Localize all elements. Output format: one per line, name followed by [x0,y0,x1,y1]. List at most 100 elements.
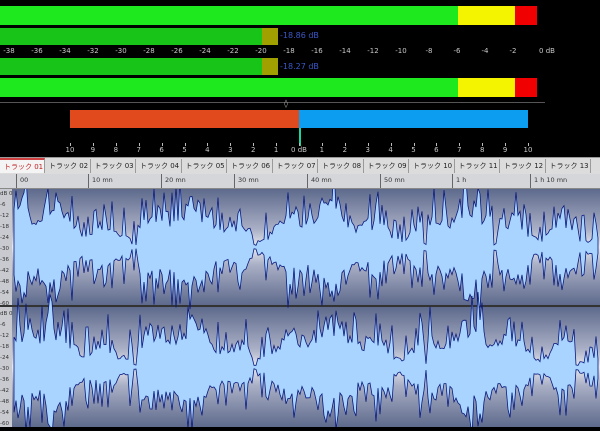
db-scale-label: -32 [87,47,99,55]
tab-track-06[interactable]: トラック 06 [227,159,273,173]
tab-track-02[interactable]: トラック 02 [45,159,91,173]
db-scale-label: -22 [227,47,239,55]
db-scale-label: -20 [255,47,267,55]
balance-scale-label: 8 [479,146,485,154]
db-scale-label: -6 [453,47,461,55]
db-axis-label: -60 [0,301,9,307]
db-scale-label: 0 dB [539,47,555,55]
db-axis-label: -54 [0,410,9,416]
ruler-label: 40 mn [311,176,332,184]
level-bar-bottom-green [0,78,458,97]
tab-track-13[interactable]: トラック 13 [546,159,591,173]
db-scale-label: -8 [425,47,433,55]
balance-scale-label: 1 [273,146,279,154]
balance-scale-label: 7 [136,146,141,154]
tab-track-08[interactable]: トラック 08 [318,159,364,173]
level-bar-top-green [0,6,458,25]
left-channel-hold [262,28,278,45]
db-scale-label: -38 [3,47,15,55]
ruler-label: 1 h [456,176,467,184]
db-scale-label: -14 [339,47,351,55]
balance-scale-label: 5 [411,146,416,154]
left-channel-level [0,28,262,45]
db-axis-label: -42 [0,268,9,274]
right-channel-level [0,58,262,75]
db-scale-label: -18 [283,47,295,55]
ruler-label: 30 mn [238,176,259,184]
db-axis-label: dB 0 [0,191,13,197]
right-peak-readout: -18.27 dB [280,62,319,71]
db-scale-label: -34 [59,47,71,55]
tab-track-05[interactable]: トラック 05 [182,159,227,173]
tab-track-11[interactable]: トラック 11 [455,159,500,173]
balance-scale-label: 4 [205,146,210,154]
db-axis-label: -30 [0,366,9,372]
level-bar-bottom-red [515,78,537,97]
left-peak-readout: -18.86 dB [280,31,319,40]
time-ruler[interactable]: 00 10 mn 20 mn 30 mn 40 mn 50 mn 1 h 1 h 10 mn [0,174,600,189]
db-axis-label: -6 [0,202,6,208]
balance-left-bar [70,110,299,128]
ruler-tick [16,174,17,188]
ruler-label: 50 mn [384,176,405,184]
db-scale-label: -12 [367,47,379,55]
ruler-tick [452,174,453,188]
db-axis-label: -18 [0,224,9,230]
db-scale-label: -36 [31,47,43,55]
ruler-tick [161,174,162,188]
ruler-tick [380,174,381,188]
ruler-tick [88,174,89,188]
waveform-display[interactable]: dB 0 -6 -12 -18 -24 -30 -36 -42 -48 -54 -60 dB 0 -6… [0,167,600,431]
balance-scale-label: 1 [319,146,325,154]
balance-right-bar [299,110,528,128]
db-axis-label: -42 [0,388,9,394]
level-meter-panel: -18.86 dB -38 -36 -34 -32 -30 -28 -26 -24 -22 -20… [0,0,600,155]
tab-track-04[interactable]: トラック 04 [136,159,182,173]
balance-scale-label: 10 [65,146,75,154]
db-axis-label: -30 [0,246,9,252]
db-axis-label: -48 [0,279,9,285]
waveform-svg[interactable] [0,167,600,431]
balance-scale-label: 9 [90,146,96,154]
balance-scale-label: 0 dB [291,146,307,154]
balance-scale-label: 3 [228,146,233,154]
balance-scale-label: 4 [388,146,393,154]
db-axis-label: dB 0 [0,311,13,317]
db-scale-label: -2 [509,47,517,55]
ruler-label: 1 h 10 mn [534,176,568,184]
balance-scale-label: 3 [365,146,370,154]
ruler-tick [234,174,235,188]
balance-scale-label: 5 [182,146,187,154]
track-tab-bar: トラック 01 ×トラック 02トラック 03トラック 04トラック 05トラッ… [0,157,600,175]
tab-track-09[interactable]: トラック 09 [364,159,409,173]
balance-scale-label: 8 [113,146,119,154]
channel-divider [0,305,600,307]
tab-track-01[interactable]: トラック 01 × [0,158,45,173]
db-axis-label: -12 [0,333,9,339]
db-axis-label: -48 [0,399,9,405]
db-axis-label: -6 [0,322,6,328]
db-scale-label: -28 [143,47,155,55]
level-bar-top-yellow [458,6,515,25]
meter-divider [0,102,545,103]
tab-track-12[interactable]: トラック 12 [500,159,546,173]
ruler-tick [530,174,531,188]
tab-track-03[interactable]: トラック 03 [91,159,136,173]
tab-track-07[interactable]: トラック 07 [273,159,318,173]
balance-scale-label: 6 [434,146,439,154]
balance-center-icon: ◊ [284,99,288,108]
db-scale-label: -26 [171,47,183,55]
db-axis-label: -60 [0,421,9,427]
ruler-label: 00 [20,176,29,184]
level-bar-bottom-yellow [458,78,515,97]
balance-scale-label: 7 [457,146,462,154]
db-axis-label: -12 [0,213,9,219]
ruler-tick [307,174,308,188]
db-scale-label: -24 [199,47,211,55]
balance-scale-label: 10 [523,146,533,154]
db-axis-label: -54 [0,290,9,296]
tab-track-10[interactable]: トラック 10 [409,159,455,173]
ruler-label: 10 mn [92,176,113,184]
db-axis-label: -24 [0,235,9,241]
db-scale-label: -4 [481,47,489,55]
